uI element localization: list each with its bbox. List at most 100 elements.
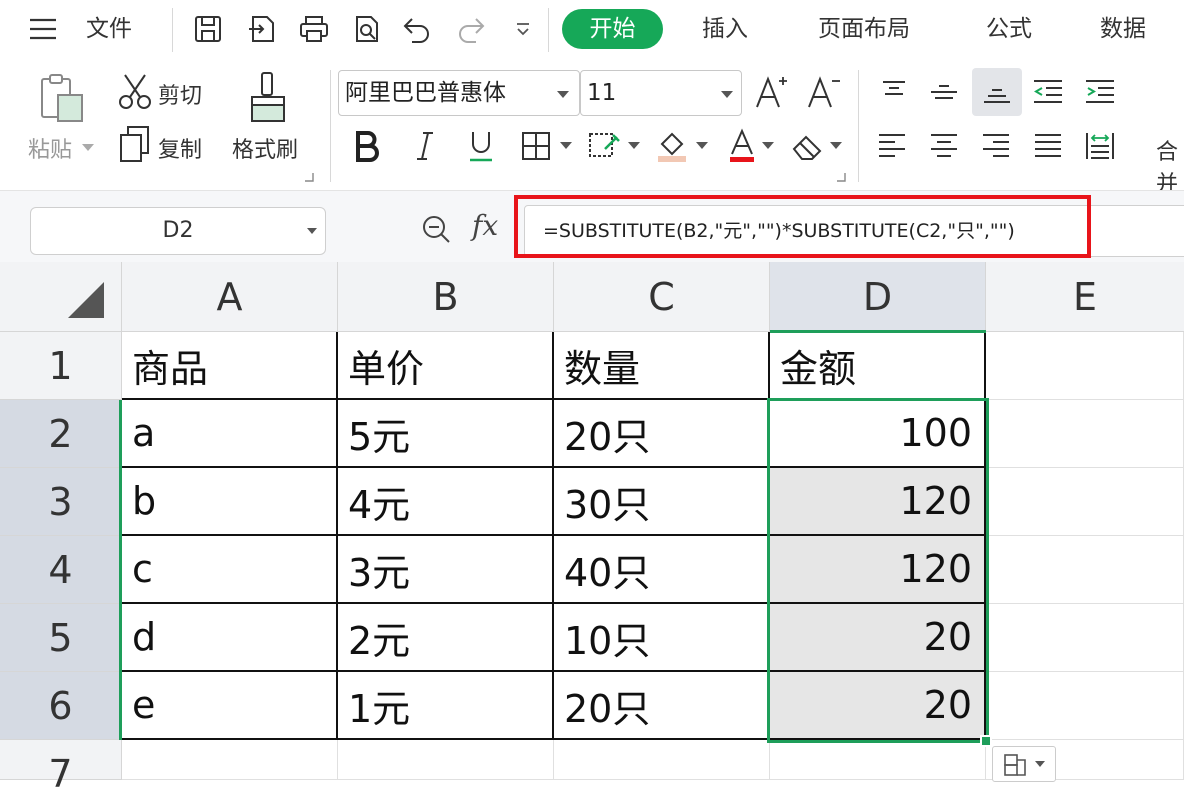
fill-handle[interactable] <box>980 735 992 747</box>
row-header-1[interactable]: 1 <box>0 332 122 400</box>
clear-format-eraser-icon[interactable] <box>788 126 828 166</box>
cell-a7[interactable] <box>122 740 338 780</box>
save-icon[interactable] <box>191 12 225 46</box>
cell-d6[interactable]: 20 <box>770 672 986 740</box>
paste-button[interactable]: 粘贴 <box>28 132 72 164</box>
tab-insert[interactable]: 插入 <box>702 12 748 46</box>
cell-d4[interactable]: 120 <box>770 536 986 604</box>
cell-e2[interactable] <box>986 400 1184 468</box>
cell-c6[interactable]: 20只 <box>554 672 770 740</box>
font-name-select[interactable]: 阿里巴巴普惠体 <box>338 70 580 116</box>
paste-icon[interactable] <box>36 72 88 124</box>
align-middle-icon[interactable] <box>924 72 964 112</box>
cell-style-dropdown-arrow[interactable] <box>628 142 640 149</box>
cell-b1[interactable]: 单价 <box>338 332 554 400</box>
print-icon[interactable] <box>297 12 331 46</box>
cell-b5[interactable]: 2元 <box>338 604 554 672</box>
cell-c1[interactable]: 数量 <box>554 332 770 400</box>
scissors-icon[interactable] <box>116 72 154 112</box>
align-top-icon[interactable] <box>874 72 914 112</box>
underline-icon[interactable] <box>462 126 500 166</box>
column-header-a[interactable]: A <box>122 262 338 332</box>
cell-e6[interactable] <box>986 672 1184 740</box>
row-header-5[interactable]: 5 <box>0 604 122 672</box>
borders-dropdown-arrow[interactable] <box>560 142 572 149</box>
cell-a4[interactable]: c <box>122 536 338 604</box>
cell-d1[interactable]: 金额 <box>770 332 986 400</box>
borders-icon[interactable] <box>516 126 556 166</box>
select-all-corner[interactable] <box>0 262 122 332</box>
cell-b4[interactable]: 3元 <box>338 536 554 604</box>
row-header-4[interactable]: 4 <box>0 536 122 604</box>
copy-button[interactable]: 复制 <box>158 132 202 164</box>
cell-e5[interactable] <box>986 604 1184 672</box>
align-right-icon[interactable] <box>976 126 1016 166</box>
cell-a6[interactable]: e <box>122 672 338 740</box>
font-color-icon[interactable] <box>722 126 762 166</box>
cell-e1[interactable] <box>986 332 1184 400</box>
cell-c7[interactable] <box>554 740 770 780</box>
zoom-search-icon[interactable] <box>418 211 454 247</box>
cell-b7[interactable] <box>338 740 554 780</box>
redo-icon[interactable] <box>454 12 488 46</box>
copy-icon[interactable] <box>116 124 154 164</box>
row-header-2[interactable]: 2 <box>0 400 122 468</box>
bold-icon[interactable] <box>348 126 386 166</box>
column-header-c[interactable]: C <box>554 262 770 332</box>
format-painter-icon[interactable] <box>244 70 292 126</box>
cell-e3[interactable] <box>986 468 1184 536</box>
cut-button[interactable]: 剪切 <box>158 78 202 110</box>
align-center-icon[interactable] <box>924 126 964 166</box>
cell-c4[interactable]: 40只 <box>554 536 770 604</box>
align-bottom-icon[interactable] <box>972 68 1022 116</box>
cell-d2[interactable]: 100 <box>770 400 986 468</box>
print-preview-icon[interactable] <box>350 12 384 46</box>
row-header-3[interactable]: 3 <box>0 468 122 536</box>
cell-style-icon[interactable] <box>584 126 624 166</box>
formula-input[interactable]: =SUBSTITUTE(B2,"元","")*SUBSTITUTE(C2,"只"… <box>524 205 1184 257</box>
font-size-select[interactable]: 11 <box>580 70 742 116</box>
fill-color-dropdown-arrow[interactable] <box>696 142 708 149</box>
increase-indent-icon[interactable] <box>1080 72 1120 112</box>
fx-insert-function-button[interactable]: fx <box>472 209 498 242</box>
fill-color-icon[interactable] <box>652 126 692 166</box>
tab-formulas[interactable]: 公式 <box>986 12 1032 46</box>
cell-a3[interactable]: b <box>122 468 338 536</box>
cell-b6[interactable]: 1元 <box>338 672 554 740</box>
decrease-indent-icon[interactable] <box>1028 72 1068 112</box>
cell-a5[interactable]: d <box>122 604 338 672</box>
merge-cells-button[interactable]: 合并 <box>1156 134 1184 198</box>
cell-d7[interactable] <box>770 740 986 780</box>
column-header-e[interactable]: E <box>986 262 1184 332</box>
align-left-icon[interactable] <box>872 126 912 166</box>
tab-page-layout[interactable]: 页面布局 <box>818 12 910 46</box>
tab-home[interactable]: 开始 <box>562 9 663 49</box>
distributed-align-icon[interactable] <box>1080 126 1120 166</box>
column-header-b[interactable]: B <box>338 262 554 332</box>
cell-a2[interactable]: a <box>122 400 338 468</box>
export-pdf-icon[interactable] <box>245 12 279 46</box>
format-painter-button[interactable]: 格式刷 <box>232 132 298 164</box>
customize-toolbar-icon[interactable] <box>506 12 540 46</box>
cell-b3[interactable]: 4元 <box>338 468 554 536</box>
cell-d3[interactable]: 120 <box>770 468 986 536</box>
hamburger-menu-icon[interactable] <box>26 12 60 46</box>
undo-icon[interactable] <box>400 12 434 46</box>
justify-icon[interactable] <box>1028 126 1068 166</box>
cell-c2[interactable]: 20只 <box>554 400 770 468</box>
row-header-6[interactable]: 6 <box>0 672 122 740</box>
font-group-expand-icon[interactable] <box>834 170 848 184</box>
paste-dropdown-arrow[interactable] <box>82 144 94 151</box>
italic-icon[interactable] <box>406 126 444 166</box>
clipboard-group-expand-icon[interactable] <box>302 170 316 184</box>
row-header-7[interactable]: 7 <box>0 740 122 796</box>
clear-dropdown-arrow[interactable] <box>830 142 842 149</box>
tab-data[interactable]: 数据 <box>1100 12 1146 46</box>
cell-d5[interactable]: 20 <box>770 604 986 672</box>
name-box[interactable]: D2 <box>30 207 326 255</box>
cell-b2[interactable]: 5元 <box>338 400 554 468</box>
auto-fill-options-icon[interactable] <box>992 746 1056 782</box>
cell-e4[interactable] <box>986 536 1184 604</box>
increase-font-size-icon[interactable] <box>752 72 792 112</box>
font-color-dropdown-arrow[interactable] <box>762 142 774 149</box>
